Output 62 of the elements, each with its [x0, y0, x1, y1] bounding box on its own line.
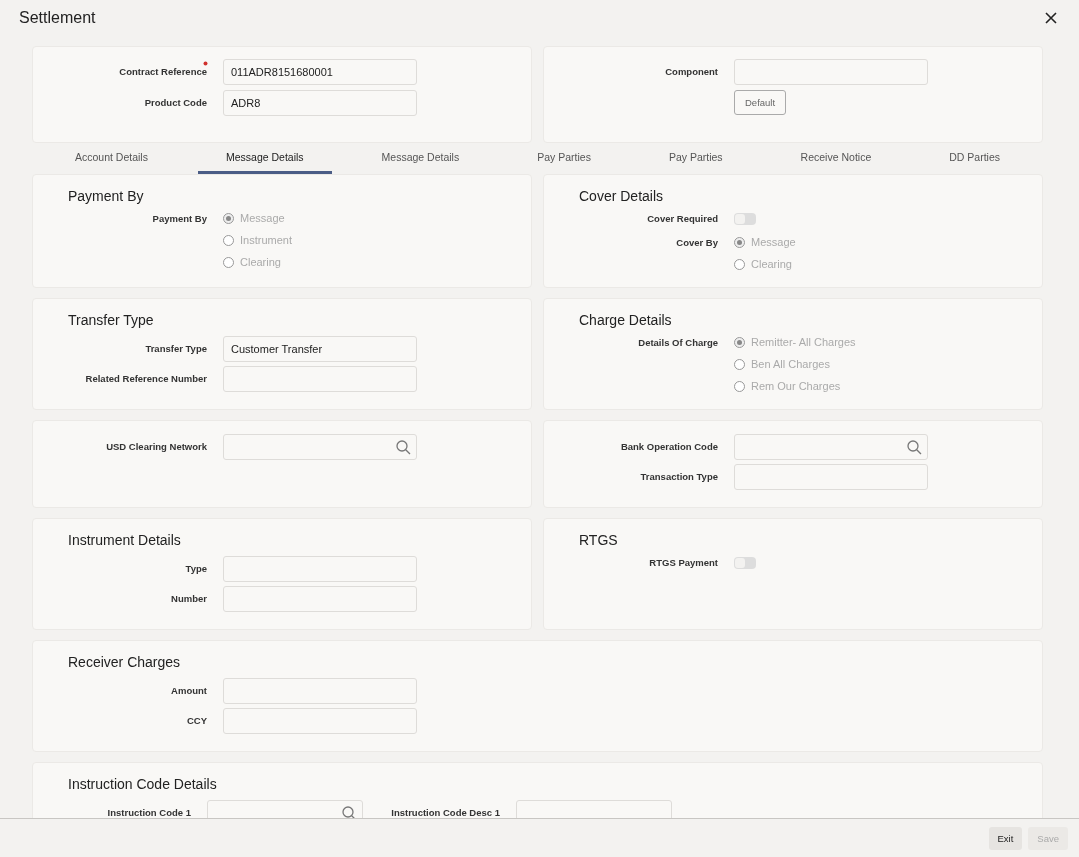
field-label: Amount [170, 684, 208, 698]
field-label: Cover Required [646, 212, 719, 226]
field-label: Transaction Type [639, 470, 719, 484]
section-title: Transfer Type [67, 312, 155, 328]
search-field[interactable] [223, 434, 417, 460]
input-field[interactable] [734, 464, 928, 490]
toggle-switch[interactable] [734, 557, 756, 569]
field-label: Related Reference Number [84, 372, 208, 386]
field-label: Transfer Type [144, 342, 208, 356]
field-label: CCY [185, 714, 208, 728]
field-label: Product Code [143, 96, 208, 110]
search-icon[interactable] [342, 806, 357, 818]
option-label: Message [751, 236, 796, 248]
field-label: USD Clearing Network [105, 440, 208, 454]
field-label: Instruction Code Desc 1 [390, 806, 501, 818]
input-field[interactable]: 011ADR8151680001 [223, 59, 417, 85]
tab[interactable]: Pay Parties [509, 143, 619, 174]
field-label: Payment By [151, 212, 208, 226]
search-field[interactable] [734, 434, 928, 460]
input-field[interactable] [223, 678, 417, 704]
option-label: Instrument [240, 234, 292, 246]
input-field[interactable]: Customer Transfer [223, 336, 417, 362]
option-label: Message [240, 212, 285, 224]
option-label: Clearing [751, 258, 792, 270]
input-field[interactable] [734, 59, 928, 85]
toggle-switch[interactable] [734, 213, 756, 225]
tab[interactable]: Message Details [353, 143, 488, 174]
tab[interactable]: Pay Parties [640, 143, 751, 174]
input-field[interactable] [223, 586, 417, 612]
section-title: RTGS [578, 532, 619, 548]
search-icon[interactable] [396, 440, 411, 455]
tab[interactable]: DD Parties [921, 143, 1028, 174]
option-label: Rem Our Charges [751, 380, 841, 392]
section-title: Payment By [67, 188, 145, 204]
input-field[interactable] [223, 556, 417, 582]
input-field[interactable]: ADR8 [223, 90, 417, 116]
close-icon[interactable] [1045, 11, 1057, 24]
tab[interactable]: Receive Notice [772, 143, 900, 174]
input-field[interactable] [223, 366, 417, 392]
window-title: Settlement [19, 8, 96, 27]
section-title: Cover Details [578, 188, 665, 204]
field-label: Component [664, 65, 719, 79]
field-label: Instruction Code 1 [106, 806, 192, 818]
input-field[interactable] [223, 708, 417, 734]
option-label: Remitter- All Charges [751, 336, 856, 348]
field-label: RTGS Payment [648, 556, 719, 570]
field-label: Details Of Charge [637, 336, 719, 350]
exit-button[interactable]: Exit [988, 826, 1023, 850]
field-label: Bank Operation Code [619, 440, 719, 454]
field-label: Type [184, 562, 208, 576]
section-title: Instrument Details [67, 532, 182, 548]
option-label: Ben All Charges [751, 358, 830, 370]
default-button[interactable]: Default [734, 90, 787, 115]
option-label: Clearing [240, 256, 281, 268]
field-label: Contract Reference [118, 65, 208, 79]
field-label: Cover By [675, 236, 719, 250]
search-icon[interactable] [907, 440, 922, 455]
section-title: Instruction Code Details [67, 776, 218, 792]
section-title: Receiver Charges [67, 654, 182, 670]
section-title: Charge Details [578, 312, 673, 328]
tab[interactable]: Account Details [47, 143, 176, 174]
field-label: Number [170, 592, 208, 606]
